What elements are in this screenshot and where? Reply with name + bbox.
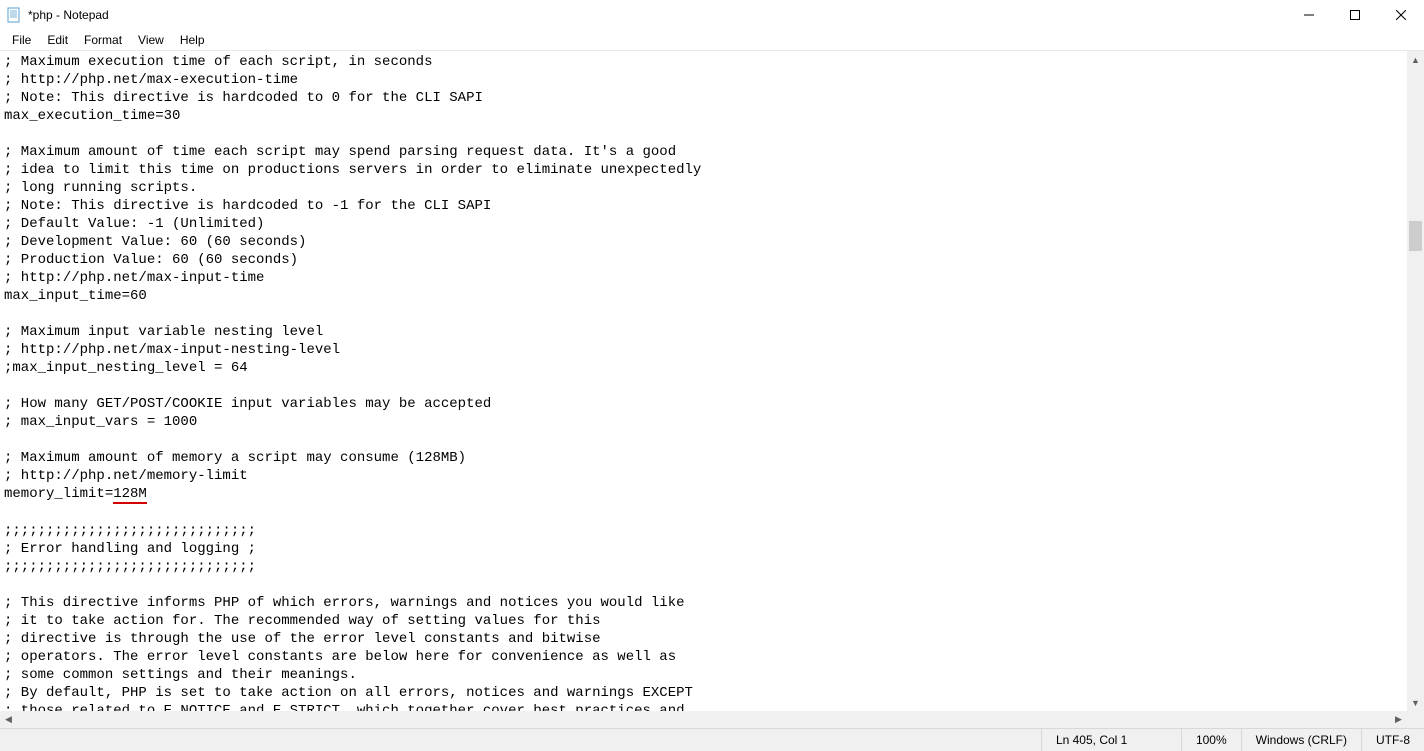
- scroll-right-arrow[interactable]: ▶: [1390, 711, 1407, 728]
- scroll-up-arrow[interactable]: ▲: [1407, 51, 1424, 68]
- scroll-corner: [1407, 711, 1424, 728]
- status-encoding: UTF-8: [1361, 729, 1424, 751]
- menu-help[interactable]: Help: [172, 31, 213, 49]
- menu-file[interactable]: File: [4, 31, 39, 49]
- status-position: Ln 405, Col 1: [1041, 729, 1181, 751]
- window-title: *php - Notepad: [28, 8, 109, 22]
- menu-format[interactable]: Format: [76, 31, 130, 49]
- titlebar: *php - Notepad: [0, 0, 1424, 30]
- close-icon: [1396, 10, 1406, 20]
- menu-edit[interactable]: Edit: [39, 31, 76, 49]
- maximize-icon: [1350, 10, 1360, 20]
- menubar: File Edit Format View Help: [0, 30, 1424, 50]
- statusbar: Ln 405, Col 1 100% Windows (CRLF) UTF-8: [0, 728, 1424, 751]
- spell-error-underline: 128M: [113, 487, 147, 504]
- maximize-button[interactable]: [1332, 0, 1378, 30]
- titlebar-left: *php - Notepad: [6, 7, 109, 23]
- status-lineending: Windows (CRLF): [1241, 729, 1361, 751]
- menu-view[interactable]: View: [130, 31, 172, 49]
- close-button[interactable]: [1378, 0, 1424, 30]
- window-controls: [1286, 0, 1424, 30]
- notepad-icon: [6, 7, 22, 23]
- text-editor[interactable]: ; Maximum execution time of each script,…: [0, 51, 1407, 711]
- minimize-icon: [1304, 10, 1314, 20]
- vertical-scrollbar[interactable]: ▲ ▼: [1407, 51, 1424, 711]
- scroll-left-arrow[interactable]: ◀: [0, 711, 17, 728]
- horizontal-scrollbar[interactable]: ◀ ▶: [0, 711, 1407, 728]
- scroll-down-arrow[interactable]: ▼: [1407, 694, 1424, 711]
- content-area: ; Maximum execution time of each script,…: [0, 50, 1424, 728]
- vertical-scroll-thumb[interactable]: [1409, 221, 1422, 251]
- minimize-button[interactable]: [1286, 0, 1332, 30]
- status-zoom: 100%: [1181, 729, 1241, 751]
